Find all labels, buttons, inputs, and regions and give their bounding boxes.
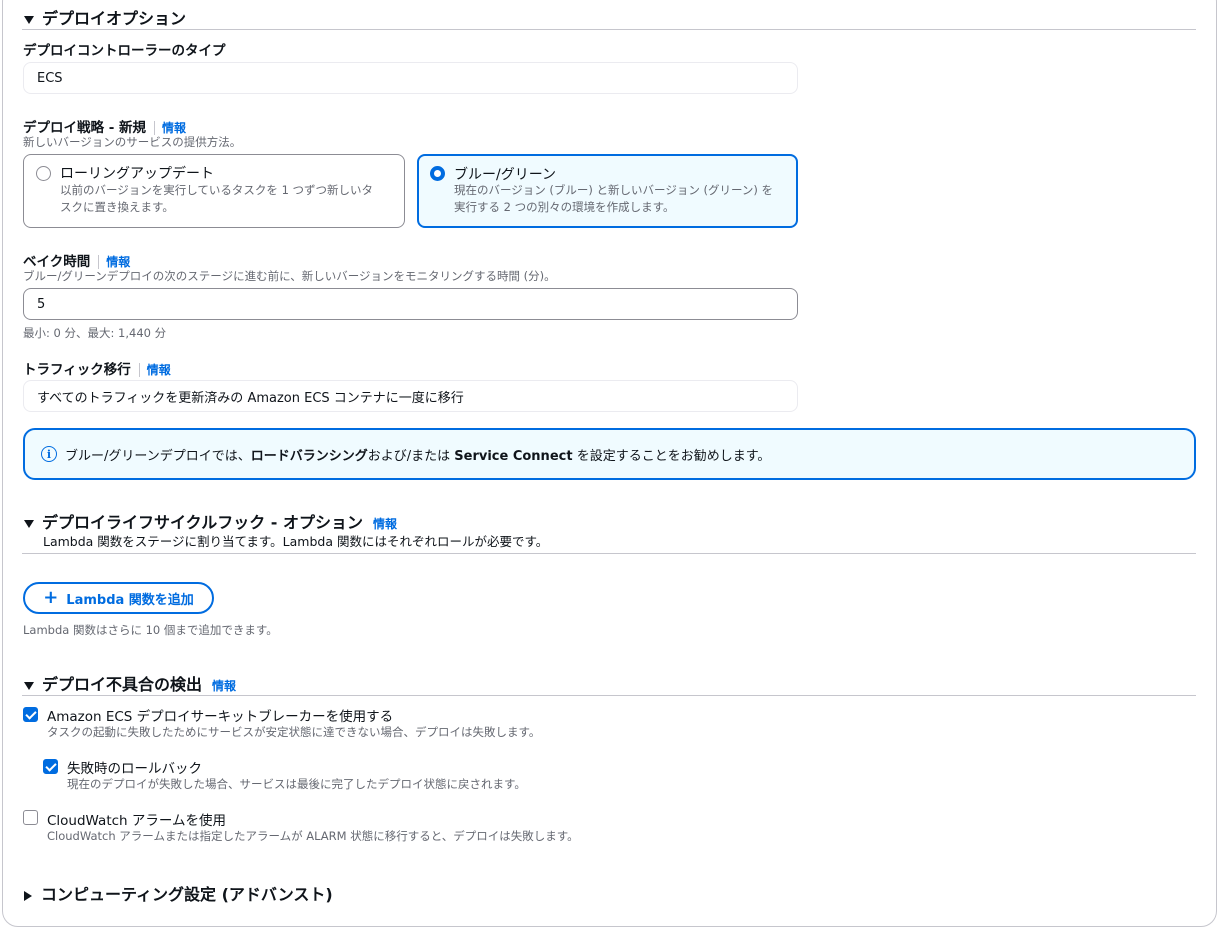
failure-detection-title: デプロイ不具合の検出 xyxy=(42,675,203,694)
alert-part2: および/または xyxy=(367,448,455,464)
controller-type-field: ECS xyxy=(23,62,798,94)
alert-part1: ブルー/グリーンデプロイでは、 xyxy=(65,448,251,464)
cloudwatch-checkbox[interactable] xyxy=(23,810,38,825)
strategy-label-row: デプロイ戦略 - 新規 情報 xyxy=(23,116,186,136)
deploy-options-header[interactable]: デプロイオプション xyxy=(24,5,186,29)
traffic-shift-label: トラフィック移行 xyxy=(23,362,131,378)
bake-time-info-link[interactable]: 情報 xyxy=(106,255,130,269)
circuit-breaker-checkbox[interactable] xyxy=(23,707,38,722)
caret-right-icon xyxy=(24,890,32,901)
compute-settings-header[interactable]: コンピューティング設定 (アドバンスト) xyxy=(24,881,333,905)
compute-settings-title: コンピューティング設定 (アドバンスト) xyxy=(41,885,333,904)
lifecycle-hooks-header[interactable]: デプロイライフサイクルフック - オプション 情報 xyxy=(24,509,397,533)
bluegreen-desc-1: 現在のバージョン (ブルー) と新しいバージョン (グリーン) を xyxy=(454,183,774,197)
circuit-breaker-label[interactable]: Amazon ECS デプロイサーキットブレーカーを使用する xyxy=(47,705,393,725)
rollback-checkbox[interactable] xyxy=(43,759,58,774)
bake-time-description: ブルー/グリーンデプロイの次のステージに進む前に、新しいバージョンをモニタリング… xyxy=(23,269,556,283)
separator xyxy=(138,363,140,377)
alert-bold1: ロードバランシング xyxy=(250,448,368,464)
failure-detection-info-link[interactable]: 情報 xyxy=(212,679,236,693)
bluegreen-title: ブルー/グリーン xyxy=(454,167,557,183)
divider xyxy=(22,29,1196,30)
alert-part3: を設定することをお勧めします。 xyxy=(572,448,771,464)
lambda-hint: Lambda 関数はさらに 10 個まで追加できます。 xyxy=(23,623,278,637)
cloudwatch-label[interactable]: CloudWatch アラームを使用 xyxy=(47,809,226,829)
alert-bold2: Service Connect xyxy=(454,448,573,464)
lifecycle-hooks-info-link[interactable]: 情報 xyxy=(373,517,397,531)
rolling-desc-2: スクに置き換えます。 xyxy=(60,200,174,214)
rolling-title: ローリングアップデート xyxy=(60,166,214,182)
bake-time-label-row: ベイク時間 情報 xyxy=(23,250,130,270)
bake-time-input[interactable]: 5 xyxy=(23,288,798,320)
failure-detection-header[interactable]: デプロイ不具合の検出 情報 xyxy=(24,671,236,695)
radio-bluegreen[interactable] xyxy=(430,166,445,181)
caret-down-icon xyxy=(24,519,34,528)
traffic-shift-info-link[interactable]: 情報 xyxy=(147,363,171,377)
bluegreen-desc-2: 実行する 2 つの別々の環境を作成します。 xyxy=(454,200,675,214)
add-lambda-button[interactable]: + Lambda 関数を追加 xyxy=(23,582,214,614)
traffic-shift-field: すべてのトラフィックを更新済みの Amazon ECS コンテナに一度に移行 xyxy=(23,380,798,412)
radio-rolling[interactable] xyxy=(36,166,51,181)
caret-down-icon xyxy=(24,15,34,24)
strategy-info-link[interactable]: 情報 xyxy=(162,121,186,135)
rolling-desc-1: 以前のバージョンを実行しているタスクを 1 つずつ新しいタ xyxy=(60,183,374,197)
strategy-description: 新しいバージョンのサービスの提供方法。 xyxy=(23,135,242,149)
cloudwatch-desc: CloudWatch アラームまたは指定したアラームが ALARM 状態に移行す… xyxy=(47,829,579,843)
rollback-desc: 現在のデプロイが失敗した場合、サービスは最後に完了したデプロイ状態に戻されます。 xyxy=(67,777,526,791)
info-icon: i xyxy=(41,446,57,462)
rollback-label[interactable]: 失敗時のロールバック xyxy=(67,757,202,777)
info-alert: i ブルー/グリーンデプロイでは、ロードバランシングおよび/または Servic… xyxy=(23,428,1196,480)
strategy-tile-bluegreen[interactable]: ブルー/グリーン 現在のバージョン (ブルー) と新しいバージョン (グリーン)… xyxy=(417,154,798,228)
plus-icon: + xyxy=(43,587,59,608)
deploy-options-title: デプロイオプション xyxy=(42,9,187,28)
add-lambda-label: Lambda 関数を追加 xyxy=(66,592,194,608)
separator xyxy=(154,121,156,135)
alert-text: ブルー/グリーンデプロイでは、ロードバランシングおよび/または Service … xyxy=(65,445,770,464)
bake-time-constraint: 最小: 0 分、最大: 1,440 分 xyxy=(23,326,167,340)
divider xyxy=(22,695,1196,696)
separator xyxy=(98,255,100,269)
controller-type-label: デプロイコントローラーのタイプ xyxy=(23,43,226,59)
circuit-breaker-desc: タスクの起動に失敗したためにサービスが安定状態に達できない場合、デプロイは失敗し… xyxy=(47,725,541,739)
strategy-tile-rolling[interactable]: ローリングアップデート 以前のバージョンを実行しているタスクを 1 つずつ新しい… xyxy=(23,154,405,228)
caret-down-icon xyxy=(24,681,34,690)
lifecycle-hooks-title: デプロイライフサイクルフック - オプション xyxy=(42,513,363,532)
traffic-shift-label-row: トラフィック移行 情報 xyxy=(23,358,171,378)
lifecycle-hooks-description: Lambda 関数をステージに割り当てます。Lambda 関数にはそれぞれロール… xyxy=(43,534,549,549)
divider xyxy=(22,553,1196,554)
